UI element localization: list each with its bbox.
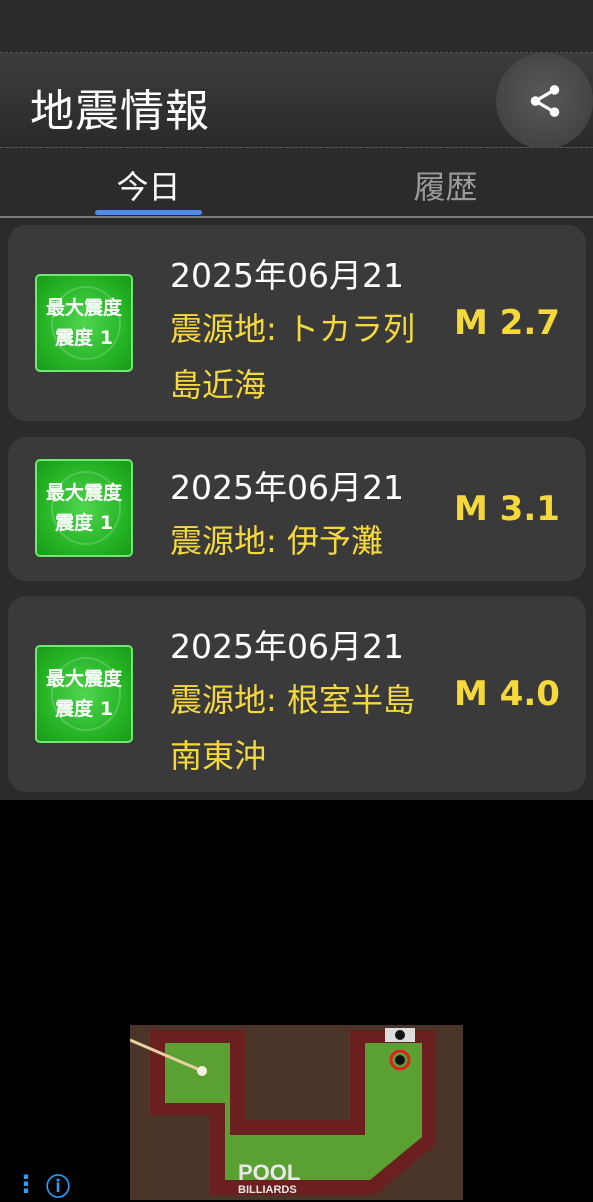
quake-magnitude: M 3.1 — [454, 489, 560, 529]
intensity-badge: 最大震度 震度 1 — [35, 274, 133, 372]
badge-title: 最大震度 — [45, 482, 122, 504]
share-icon — [530, 85, 559, 117]
quake-location: 震源地: 根室半島南東沖 — [170, 681, 415, 775]
active-tab-indicator — [95, 210, 202, 215]
pool-game-image: POOL BILLIARDS — [130, 1025, 463, 1200]
ad-logo-line2: BILLIARDS — [238, 1184, 297, 1196]
tab-history[interactable]: 履歴 — [392, 162, 499, 208]
badge-title: 最大震度 — [45, 668, 122, 690]
tab-today[interactable]: 今日 — [95, 162, 202, 208]
quake-card[interactable]: 最大震度 震度 1 2025年06月21 震源地: 根室半島南東沖 M 4.0 — [8, 596, 586, 792]
quake-location: 震源地: 伊予灘 — [170, 522, 383, 560]
app-bar: 地震情報 — [0, 52, 593, 149]
quake-location: 震源地: トカラ列島近海 — [170, 310, 415, 404]
quake-card[interactable]: 最大震度 震度 1 2025年06月21 震源地: 伊予灘 M 3.1 — [8, 437, 586, 581]
tab-bar: 今日 履歴 — [0, 148, 593, 218]
status-bar — [0, 0, 593, 52]
quake-date: 2025年06月21 — [170, 256, 404, 295]
quake-card[interactable]: 最大震度 震度 1 2025年06月21 震源地: トカラ列島近海 M 2.7 — [8, 225, 586, 421]
quake-magnitude: M 2.7 — [454, 303, 560, 343]
page-title: 地震情報 — [30, 86, 210, 137]
ad-logo-line1: POOL — [238, 1160, 300, 1185]
intensity-badge: 最大震度 震度 1 — [35, 645, 133, 743]
more-vert-icon[interactable]: ⋮ — [14, 1170, 38, 1198]
ad-info-bar[interactable]: ⋮ ⓘ — [14, 1170, 70, 1201]
quake-list: 最大震度 震度 1 2025年06月21 震源地: トカラ列島近海 M 2.7 … — [0, 218, 593, 800]
badge-intensity: 震度 1 — [55, 327, 113, 349]
share-button[interactable] — [496, 53, 593, 149]
quake-magnitude: M 4.0 — [454, 674, 560, 714]
badge-intensity: 震度 1 — [55, 698, 113, 720]
badge-title: 最大震度 — [45, 297, 122, 319]
intensity-badge: 最大震度 震度 1 — [35, 459, 133, 557]
ad-banner[interactable]: POOL BILLIARDS — [130, 1025, 463, 1200]
badge-intensity: 震度 1 — [55, 512, 113, 534]
quake-date: 2025年06月21 — [170, 468, 404, 507]
info-icon[interactable]: ⓘ — [46, 1167, 70, 1202]
quake-date: 2025年06月21 — [170, 627, 404, 666]
